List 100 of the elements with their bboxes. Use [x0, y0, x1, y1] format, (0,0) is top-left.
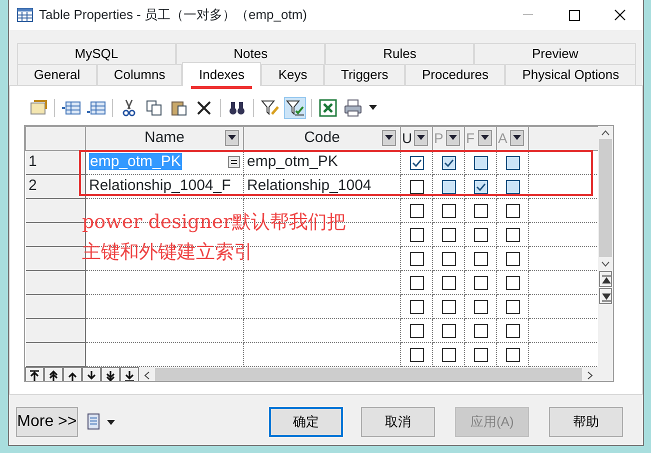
- arrow-icon: [104, 368, 117, 381]
- dropdown-button[interactable]: [510, 130, 524, 146]
- caret-icon: [449, 135, 457, 140]
- dropdown-button[interactable]: [225, 130, 239, 146]
- filter-icon: [260, 98, 280, 118]
- close-icon: [614, 9, 626, 21]
- tab[interactable]: Notes: [176, 43, 326, 64]
- tab[interactable]: Columns: [97, 64, 182, 85]
- row-header[interactable]: [26, 270, 86, 294]
- scroll-down-icon[interactable]: [601, 261, 610, 267]
- arrow-icon: [123, 368, 136, 381]
- properties-icon: [28, 98, 48, 118]
- checkbox[interactable]: [442, 276, 456, 290]
- dialog-button[interactable]: 帮助: [549, 407, 623, 437]
- checkbox[interactable]: [410, 228, 424, 242]
- checkbox[interactable]: [410, 252, 424, 266]
- printer-button[interactable]: [342, 96, 364, 118]
- caret-icon: [417, 135, 425, 140]
- dialog-button[interactable]: 取消: [361, 407, 436, 437]
- check-icon: [442, 156, 454, 168]
- arrow-icon: [47, 368, 60, 381]
- dropdown-button[interactable]: [478, 130, 492, 146]
- tab[interactable]: Triggers: [324, 64, 406, 85]
- row-header[interactable]: 2: [26, 174, 86, 198]
- printer-icon: [343, 98, 363, 118]
- checkbox[interactable]: [442, 204, 456, 218]
- checkbox[interactable]: [442, 252, 456, 266]
- tab[interactable]: Procedures: [405, 64, 506, 85]
- code-cell: emp_otm_PK: [247, 153, 338, 170]
- document-icon: [86, 413, 102, 431]
- tab[interactable]: Preview: [474, 43, 636, 64]
- checkbox[interactable]: [410, 180, 424, 194]
- checkbox[interactable]: [474, 228, 488, 242]
- row-header[interactable]: [26, 342, 86, 366]
- move-up-button[interactable]: [63, 367, 82, 381]
- copy-icon: [144, 98, 164, 118]
- table-icon: [17, 8, 33, 22]
- move-top-button[interactable]: [25, 367, 44, 381]
- ellipsis-button[interactable]: [228, 156, 240, 168]
- tab[interactable]: General: [17, 64, 98, 85]
- dropdown-button[interactable]: [446, 130, 460, 146]
- caret-icon: [106, 420, 115, 424]
- checkbox[interactable]: [474, 348, 488, 362]
- row-header[interactable]: [26, 294, 86, 318]
- checkbox[interactable]: [410, 348, 424, 362]
- checkbox[interactable]: [442, 300, 456, 314]
- checkbox[interactable]: [442, 324, 456, 338]
- dialog-button[interactable]: 确定: [269, 407, 344, 437]
- checkbox[interactable]: [474, 300, 488, 314]
- checkbox[interactable]: [442, 228, 456, 242]
- row-header[interactable]: 1: [26, 150, 86, 174]
- arrow-icon: [85, 368, 98, 381]
- checkbox[interactable]: [410, 204, 424, 218]
- move-down-button[interactable]: [82, 367, 101, 381]
- checkbox[interactable]: [410, 324, 424, 338]
- caret-icon: [385, 135, 393, 140]
- tab[interactable]: Indexes: [182, 62, 262, 86]
- vertical-scrollbar[interactable]: [598, 126, 613, 381]
- checkbox[interactable]: [442, 348, 456, 362]
- checkbox[interactable]: [474, 324, 488, 338]
- move-up-page-button[interactable]: [44, 367, 63, 381]
- tab[interactable]: MySQL: [17, 43, 176, 64]
- checkbox[interactable]: [410, 300, 424, 314]
- check-icon: [474, 180, 486, 192]
- checkbox[interactable]: [506, 204, 520, 218]
- move-bottom-button[interactable]: [120, 367, 139, 381]
- checkbox[interactable]: [506, 228, 520, 242]
- caret-icon: [369, 105, 377, 110]
- scroll-thumb[interactable]: [599, 139, 612, 257]
- scroll-up-icon[interactable]: [601, 130, 610, 136]
- more-button[interactable]: More >>: [16, 407, 78, 437]
- checkbox[interactable]: [474, 204, 488, 218]
- checkbox[interactable]: [506, 276, 520, 290]
- spreadsheet-button[interactable]: [317, 96, 339, 118]
- checkbox[interactable]: [474, 252, 488, 266]
- checkbox[interactable]: [474, 276, 488, 290]
- checkbox[interactable]: [506, 324, 520, 338]
- name-cell[interactable]: Relationship_1004_F: [89, 177, 231, 194]
- checkbox[interactable]: [410, 156, 424, 170]
- dropdown-button[interactable]: [414, 130, 428, 146]
- dropdown-button[interactable]: [382, 130, 396, 146]
- tab[interactable]: Physical Options: [505, 64, 636, 85]
- first-page-icon[interactable]: [599, 271, 612, 287]
- checkbox[interactable]: [410, 276, 424, 290]
- scroll-right-icon[interactable]: [585, 371, 594, 380]
- last-page-icon[interactable]: [599, 288, 612, 304]
- filter-list-button[interactable]: [284, 96, 306, 118]
- scroll-left-icon[interactable]: [143, 371, 152, 380]
- window-title: Table Properties - 员工（一对多）（emp_otm): [39, 6, 308, 24]
- tab[interactable]: Rules: [325, 43, 474, 64]
- spreadsheet-icon: [318, 98, 338, 118]
- checkbox[interactable]: [506, 252, 520, 266]
- move-down-page-button[interactable]: [101, 367, 120, 381]
- checkbox[interactable]: [506, 348, 520, 362]
- checkbox[interactable]: [506, 300, 520, 314]
- maximize-icon: [568, 10, 580, 20]
- row-header[interactable]: [26, 318, 86, 342]
- tab[interactable]: Keys: [261, 64, 324, 85]
- code-cell: Relationship_1004: [247, 177, 372, 194]
- minimize-icon: [523, 14, 533, 16]
